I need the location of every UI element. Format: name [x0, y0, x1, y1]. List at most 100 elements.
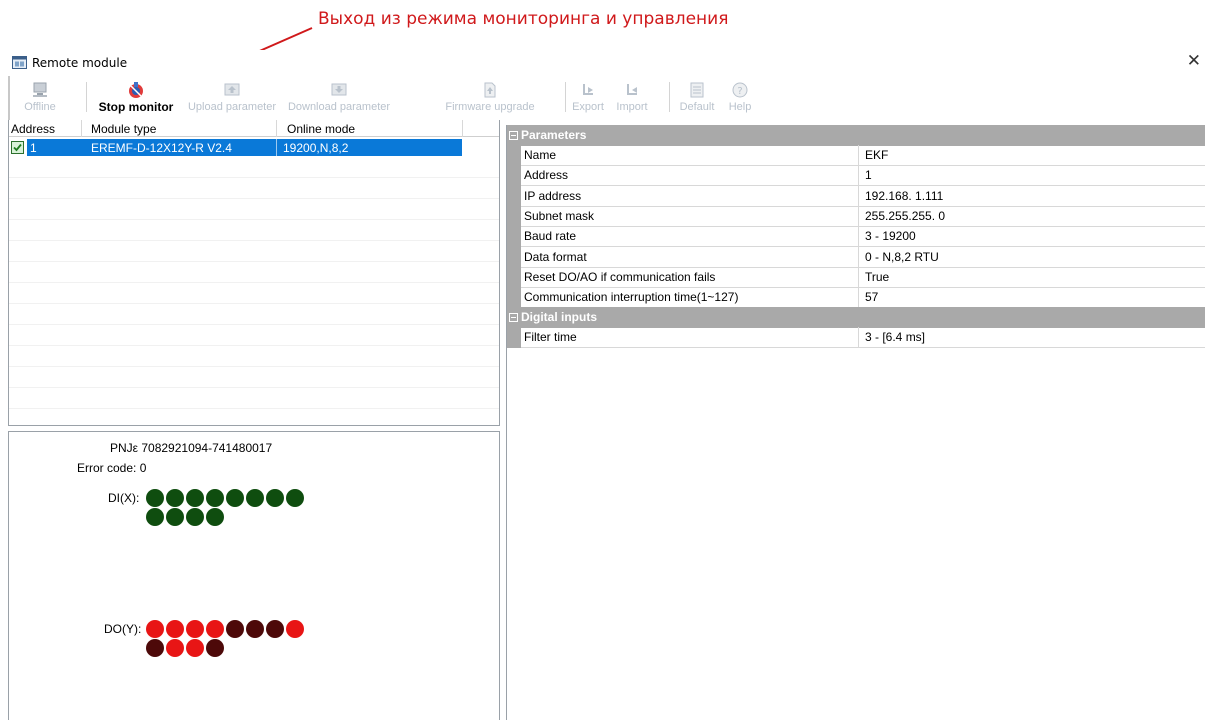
- property-row[interactable]: Communication interruption time(1~127) 57: [507, 287, 1205, 309]
- default-label: Default: [679, 101, 715, 113]
- collapse-icon[interactable]: [509, 313, 518, 323]
- upload-parameter-button[interactable]: Upload parameter: [184, 78, 280, 118]
- grid-line: [9, 408, 499, 409]
- module-row[interactable]: 1 EREMF-D-12X12Y-R V2.4 19200,N,8,2: [9, 139, 464, 156]
- offline-label: Offline: [24, 101, 56, 113]
- export-label: Export: [572, 101, 604, 113]
- grid-line: [9, 345, 499, 346]
- column-module-type-header[interactable]: Module type: [91, 122, 156, 136]
- grid-line: [9, 261, 499, 262]
- do-label: DO(Y):: [104, 622, 142, 636]
- stop-monitor-icon: [129, 82, 143, 98]
- grid-line: [9, 303, 499, 304]
- property-value[interactable]: 0 - N,8,2 RTU: [859, 247, 1205, 268]
- do-led: [146, 639, 164, 657]
- property-category[interactable]: Digital inputs: [507, 307, 1205, 329]
- di-led: [266, 489, 284, 507]
- column-divider[interactable]: [81, 120, 82, 137]
- app-window-icon: [12, 56, 27, 69]
- help-button[interactable]: ? Help: [722, 78, 758, 118]
- row-gutter: [507, 287, 521, 309]
- di-led: [286, 489, 304, 507]
- help-label: Help: [728, 101, 752, 113]
- row-gutter: [507, 205, 521, 227]
- column-address-header[interactable]: Address: [11, 122, 55, 136]
- module-list-panel: Address Module type Online mode 1 EREMF-…: [8, 120, 500, 426]
- property-row[interactable]: Address 1: [507, 165, 1205, 187]
- grid-line: [9, 177, 499, 178]
- import-button[interactable]: Import: [612, 78, 652, 118]
- property-value[interactable]: EKF: [859, 145, 1205, 166]
- firmware-icon: [484, 82, 496, 98]
- property-row[interactable]: Name EKF: [507, 145, 1205, 166]
- default-icon: [690, 82, 704, 98]
- export-icon: [583, 84, 593, 95]
- grid-line: [9, 387, 499, 388]
- column-divider[interactable]: [462, 120, 463, 137]
- close-button[interactable]: ✕: [1187, 51, 1201, 71]
- do-led: [206, 620, 224, 638]
- property-row[interactable]: Baud rate 3 - 19200: [507, 226, 1205, 248]
- import-icon: [627, 84, 637, 95]
- property-value[interactable]: True: [859, 267, 1205, 288]
- property-name: IP address: [521, 185, 859, 207]
- property-value[interactable]: 3 - 19200: [859, 226, 1205, 248]
- error-code-text: Error code: 0: [77, 461, 147, 475]
- row-checkbox[interactable]: [11, 141, 24, 154]
- property-row[interactable]: Filter time 3 - [6.4 ms]: [507, 327, 1205, 349]
- property-value[interactable]: 192.168. 1.111: [859, 186, 1205, 207]
- row-gutter: [507, 185, 521, 207]
- grid-line: [9, 219, 499, 220]
- download-icon: [331, 83, 347, 96]
- grid-line: [9, 240, 499, 241]
- property-value[interactable]: 3 - [6.4 ms]: [859, 327, 1205, 349]
- category-label: Digital inputs: [521, 310, 597, 325]
- property-name: Address: [521, 165, 859, 187]
- stop-monitor-button[interactable]: Stop monitor: [90, 78, 182, 118]
- column-online-mode-header[interactable]: Online mode: [287, 122, 355, 136]
- module-status-panel: PNJε 7082921094-741480017 Error code: 0 …: [8, 431, 500, 720]
- column-divider[interactable]: [276, 120, 277, 137]
- di-led: [226, 489, 244, 507]
- property-name: Reset DO/AO if communication fails: [521, 266, 859, 288]
- download-parameter-label: Download parameter: [287, 101, 391, 113]
- property-row[interactable]: Reset DO/AO if communication fails True: [507, 266, 1205, 288]
- grid-line: [9, 198, 499, 199]
- svg-text:?: ?: [737, 86, 742, 97]
- row-gutter: [507, 226, 521, 248]
- stop-monitor-label: Stop monitor: [98, 100, 174, 114]
- remote-module-window: Remote module ✕ Offline Stop monitor Upl…: [8, 50, 1205, 720]
- row-gutter: [507, 246, 521, 268]
- window-title: Remote module: [32, 56, 128, 70]
- cell-divider: [276, 139, 277, 156]
- row-online-mode: 19200,N,8,2: [283, 141, 349, 155]
- property-row[interactable]: Subnet mask 255.255.255. 0: [507, 205, 1205, 227]
- do-led: [186, 620, 204, 638]
- property-category[interactable]: Parameters: [507, 125, 1205, 146]
- property-value[interactable]: 255.255.255. 0: [859, 206, 1205, 227]
- help-icon: ?: [732, 82, 748, 98]
- di-led: [206, 508, 224, 526]
- firmware-upgrade-button[interactable]: Firmware upgrade: [442, 78, 538, 118]
- property-name: Baud rate: [521, 226, 859, 248]
- offline-icon: [33, 82, 47, 97]
- row-gutter: [507, 266, 521, 288]
- default-button[interactable]: Default: [674, 78, 720, 118]
- di-led: [166, 489, 184, 507]
- export-button[interactable]: Export: [568, 78, 608, 118]
- title-bar: Remote module ✕: [8, 50, 1205, 76]
- di-led: [186, 508, 204, 526]
- property-value[interactable]: 57: [859, 287, 1205, 309]
- property-name: Name: [521, 145, 859, 166]
- di-led: [206, 489, 224, 507]
- do-led: [266, 620, 284, 638]
- property-name: Subnet mask: [521, 205, 859, 227]
- collapse-icon[interactable]: [509, 131, 518, 140]
- download-parameter-button[interactable]: Download parameter: [280, 78, 398, 118]
- offline-button[interactable]: Offline: [20, 78, 60, 118]
- toolbar-separator: [565, 82, 566, 112]
- property-row[interactable]: IP address 192.168. 1.111: [507, 185, 1205, 207]
- property-row[interactable]: Data format 0 - N,8,2 RTU: [507, 246, 1205, 268]
- do-led: [246, 620, 264, 638]
- property-value[interactable]: 1: [859, 165, 1205, 187]
